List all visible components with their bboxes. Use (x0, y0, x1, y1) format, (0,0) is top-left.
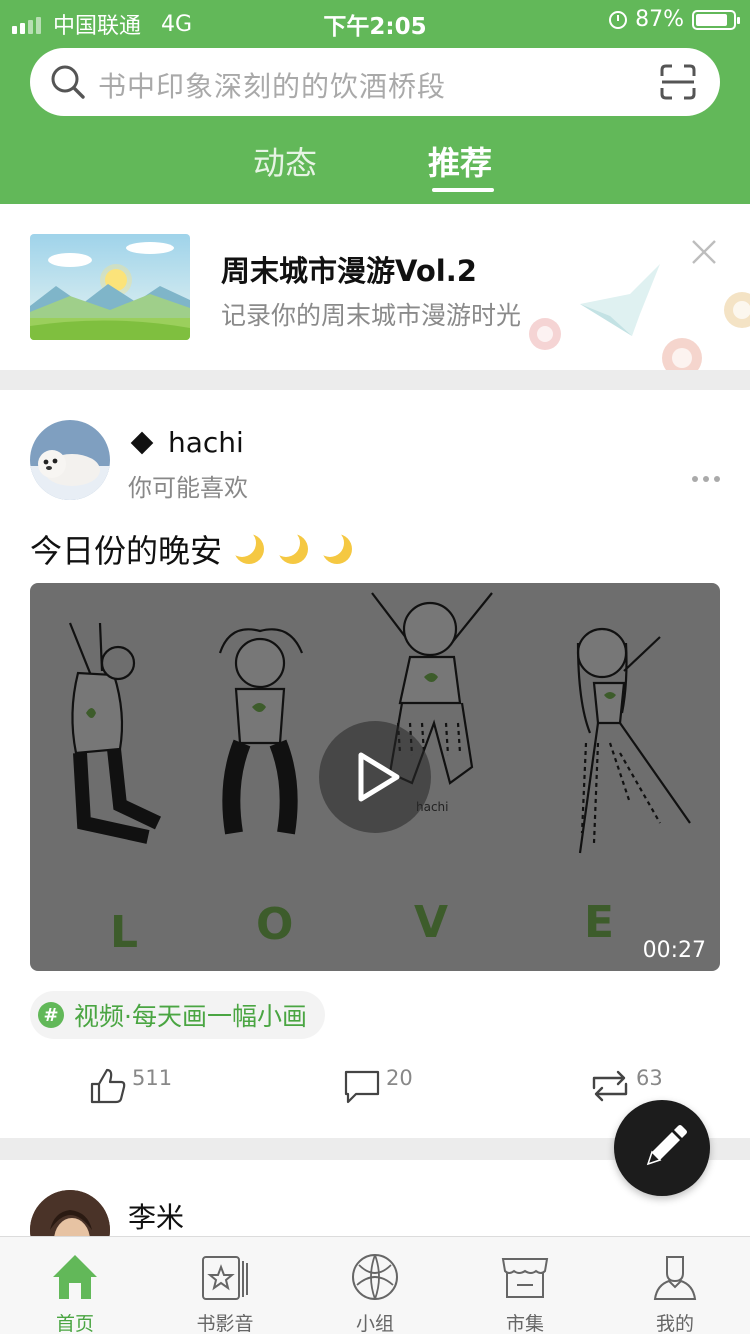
like-button[interactable]: 511 (88, 1066, 172, 1106)
promo-banner[interactable]: 周末城市漫游Vol.2 记录你的周末城市漫游时光 (0, 204, 750, 370)
tab-group[interactable]: 小组 (300, 1237, 450, 1335)
battery-percent: 87% (635, 7, 684, 32)
svg-text:L: L (110, 907, 138, 958)
svg-text:E: E (584, 897, 614, 948)
comment-button[interactable]: 20 (342, 1066, 413, 1106)
thumbs-up-icon (90, 1068, 126, 1104)
avatar[interactable] (30, 420, 110, 500)
repost-count: 63 (636, 1066, 663, 1090)
tab-profile[interactable]: 我的 (600, 1237, 750, 1335)
post-text: 今日份的晚安 (30, 526, 354, 572)
tab-label: 首页 (55, 1313, 94, 1335)
diamond-icon (130, 431, 154, 454)
avatar[interactable] (30, 1190, 110, 1240)
tab-label: 市集 (505, 1313, 544, 1335)
crescent-moon-icon (232, 532, 265, 564)
svg-text:O: O (256, 899, 293, 950)
hashtag-icon: # (38, 1002, 64, 1028)
crescent-moon-icon (320, 532, 353, 564)
paper-crane-decoration-icon (529, 264, 750, 370)
topic-label: 视频·每天画一幅小画 (74, 1002, 307, 1031)
tab-book-film-music[interactable]: 书影音 (150, 1237, 300, 1335)
tab-tuijian[interactable]: 推荐 (428, 138, 492, 184)
tab-home[interactable]: 首页 (0, 1237, 150, 1335)
home-icon (53, 1255, 97, 1299)
close-icon[interactable] (690, 238, 718, 266)
post-username[interactable]: 李米 (128, 1196, 184, 1236)
tab-dongtai[interactable]: 动态 (253, 138, 317, 184)
video-duration: 00:27 (642, 938, 706, 963)
banner-subtitle: 记录你的周末城市漫游时光 (221, 301, 522, 330)
pencil-icon (646, 1125, 687, 1166)
search-icon (51, 65, 85, 99)
active-tab-indicator (432, 188, 494, 192)
topic-tag[interactable]: # 视频·每天画一幅小画 (30, 991, 325, 1039)
search-input[interactable]: 书中印象深刻的的饮酒桥段 (30, 48, 720, 116)
more-options-icon[interactable] (692, 476, 720, 482)
post-username: hachi (168, 426, 244, 459)
market-icon (501, 1258, 549, 1298)
bottom-tab-bar: 首页 书影音 小组 市集 我的 (0, 1236, 750, 1335)
status-bar: 中国联通 4G 下午2:05 87% (0, 0, 750, 42)
video-player[interactable]: hachi L O V E 00:27 (30, 583, 720, 971)
group-icon (352, 1254, 398, 1300)
scan-icon[interactable] (660, 64, 696, 100)
tab-label: 书影音 (196, 1313, 254, 1335)
recommend-reason: 你可能喜欢 (128, 474, 248, 502)
alarm-icon (609, 10, 628, 29)
tab-label: 我的 (655, 1313, 694, 1335)
svg-text:V: V (414, 897, 448, 948)
section-divider (0, 370, 750, 390)
tab-market[interactable]: 市集 (450, 1237, 600, 1335)
post-author[interactable]: hachi (128, 426, 244, 459)
play-icon (358, 752, 400, 802)
play-button[interactable] (319, 721, 431, 833)
compose-button[interactable] (614, 1100, 710, 1196)
search-placeholder: 书中印象深刻的的饮酒桥段 (98, 70, 447, 103)
book-film-music-icon (202, 1256, 248, 1300)
feed-tabs: 动态 推荐 (0, 138, 750, 204)
post-content: 今日份的晚安 (30, 532, 223, 570)
feed-post: hachi 你可能喜欢 今日份的晚安 hachi L O V E 00:27 #… (0, 390, 750, 1138)
comment-icon (344, 1070, 380, 1104)
profile-icon (653, 1256, 697, 1300)
tab-label: 小组 (355, 1313, 394, 1335)
battery-icon (692, 9, 740, 30)
banner-title: 周末城市漫游Vol.2 (221, 254, 477, 288)
banner-image (30, 234, 190, 340)
like-count: 511 (132, 1066, 173, 1090)
comment-count: 20 (386, 1066, 413, 1090)
crescent-moon-icon (276, 532, 309, 564)
